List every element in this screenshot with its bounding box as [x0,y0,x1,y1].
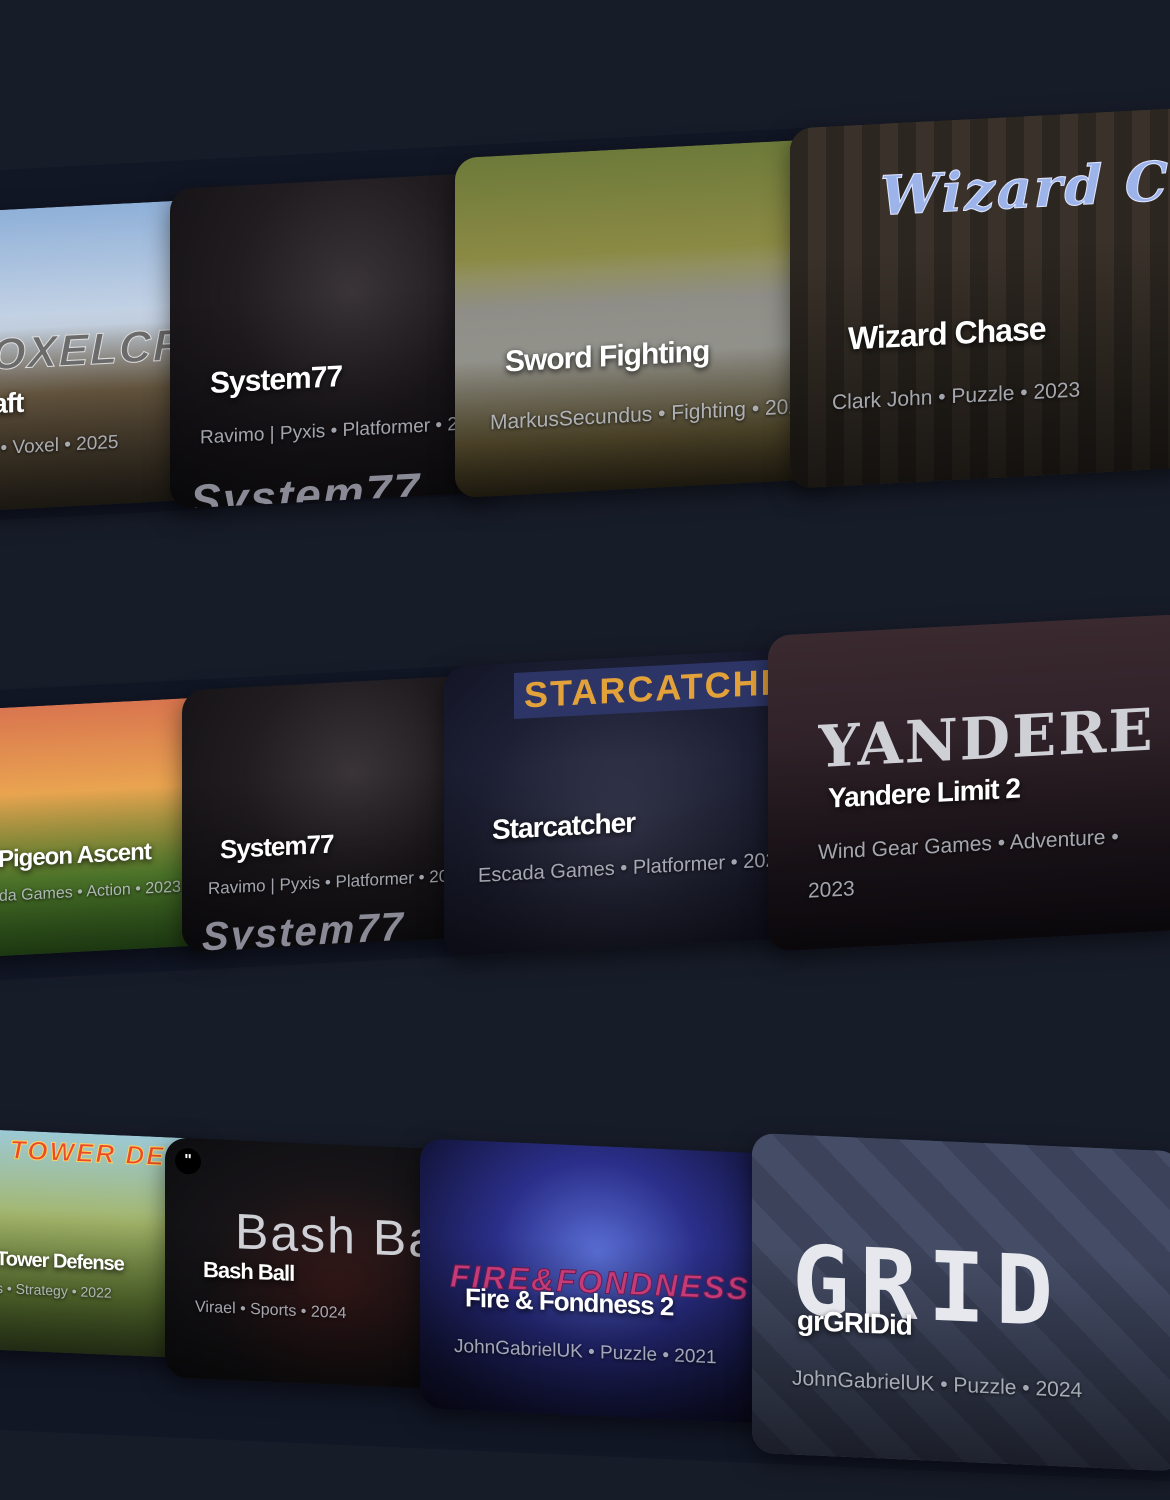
game-meta-year: 2023 [808,877,855,903]
game-card-sword-fighting[interactable]: Sword Fighting MarkusSecundus • Fighting… [455,137,840,499]
game-card-grgridid[interactable]: GRID grGRIDid JohnGabrielUK • Puzzle • 2… [752,1132,1170,1472]
game-card-system77[interactable]: System77 Ravimo | Pyxis • Platformer • 2… [170,171,500,510]
game-title: Bash Ball [203,1256,295,1286]
game-title: System77 [210,360,343,400]
game-title: grGRIDid [797,1304,912,1341]
game-card-wizard-chase[interactable]: Wizard Chase Wizard Chase Clark John • P… [790,107,1170,489]
game-title: System77 [220,828,334,865]
game-card-yandere-limit-2[interactable]: YANDERE LIMIT Yandere Limit 2 Wind Gear … [768,613,1170,952]
game-card-starcatcher[interactable]: STARCATCHER Starcatcher Escada Games • P… [444,648,796,957]
quote-badge: " [175,1147,201,1175]
game-row-2: Pigeon Ascent ada Games • Action • 2023 … [0,613,1170,980]
game-card-bash-ball[interactable]: " Bash Ball Bash Ball Virael • Sports • … [165,1137,453,1390]
game-row-1: VOXELCRAFT Voxelcraft t • Voxel • 2025 S… [0,107,1170,521]
game-row-3: TOWER DEFENSE Tower Defense s • Strategy… [0,1128,1170,1482]
game-card-fire-fondness-2[interactable]: FIRE&FONDNESS 2 Fire & Fondness 2 JohnGa… [420,1138,775,1424]
